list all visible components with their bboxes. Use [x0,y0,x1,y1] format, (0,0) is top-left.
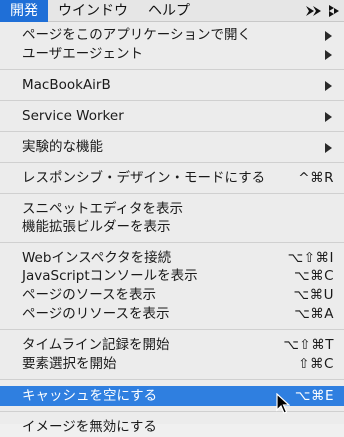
menu-item-experimental-features[interactable]: 実験的な機能 [0,138,344,157]
submenu-arrow-icon [325,143,332,153]
menu-item-empty-caches[interactable]: キャッシュを空にする ⌥⌘E [0,386,344,406]
menu-item-shortcut: ⌥⌘C [294,268,334,284]
menu-separator [0,162,344,163]
menu-item-user-agent[interactable]: ユーザエージェント [0,45,344,64]
menu-item-label: 要素選択を開始 [22,356,117,372]
menu-item-label: Webインスペクタを接続 [22,250,172,266]
menu-item-shortcut: ⇧⌘C [298,356,334,372]
menu-item-responsive-design-mode[interactable]: レスポンシブ・デザイン・モードにする ^⌘R [0,169,344,188]
menu-separator [0,69,344,70]
menu-item-label: イメージを無効にする [22,419,157,435]
menu-item-label: 実験的な機能 [22,139,103,155]
menu-item-label: JavaScriptコンソールを表示 [22,268,198,284]
menu-item-open-with-app[interactable]: ページをこのアプリケーションで開く [0,26,344,45]
menu-item-page-resources[interactable]: ページのリソースを表示 ⌥⌘A [0,305,344,324]
menubar-window[interactable]: ウインドウ [48,0,138,22]
menu-item-shortcut: ⌥⇧⌘T [283,337,334,353]
submenu-arrow-icon [325,50,332,60]
menu-item-label: キャッシュを空にする [22,388,158,404]
mouse-cursor-icon [276,392,291,419]
menu-item-device[interactable]: MacBookAirB [0,76,344,95]
menu-item-label: MacBookAirB [22,77,111,93]
submenu-arrow-icon [325,112,332,122]
dropbox-icon[interactable] [328,3,340,19]
menu-item-label: ユーザエージェント [22,46,143,62]
menu-separator [0,329,344,330]
menu-item-javascript-console[interactable]: JavaScriptコンソールを表示 ⌥⌘C [0,267,344,286]
menu-separator [0,242,344,243]
menu-item-start-element-selection[interactable]: 要素選択を開始 ⇧⌘C [0,355,344,374]
menubar-help[interactable]: ヘルプ [138,0,200,22]
menu-item-shortcut: ⌥⇧⌘I [287,250,334,266]
menu-item-extension-builder[interactable]: 機能拡張ビルダーを表示 [0,218,344,237]
menu-item-label: スニペットエディタを表示 [22,201,184,217]
menu-item-shortcut: ^⌘R [298,170,334,186]
menu-item-label: タイムライン記録を開始 [22,337,170,353]
menu-separator [0,131,344,132]
menu-item-page-source[interactable]: ページのソースを表示 ⌥⌘U [0,286,344,305]
submenu-arrow-icon [325,81,332,91]
menu-item-start-timeline-recording[interactable]: タイムライン記録を開始 ⌥⇧⌘T [0,336,344,355]
menu-separator [0,100,344,101]
menu-item-snippet-editor[interactable]: スニペットエディタを表示 [0,200,344,219]
menu-item-shortcut: ⌥⌘A [294,306,334,322]
develop-menu: ページをこのアプリケーションで開く ユーザエージェント MacBookAirB … [0,22,344,435]
menu-separator [0,411,344,412]
menubar-status-area [304,0,344,22]
menu-item-label: ページのリソースを表示 [22,306,170,322]
menu-item-label: レスポンシブ・デザイン・モードにする [22,170,266,186]
menu-item-shortcut: ⌥⌘U [293,287,334,303]
menu-bar: 開発 ウインドウ ヘルプ [0,0,344,22]
menu-item-label: ページをこのアプリケーションで開く [22,27,251,43]
menu-item-label: ページのソースを表示 [22,287,157,303]
menubar-develop[interactable]: 開発 [0,0,48,22]
menu-item-service-worker[interactable]: Service Worker [0,107,344,126]
submenu-arrow-icon [325,31,332,41]
menu-item-label: Service Worker [22,108,124,124]
menu-item-shortcut: ⌥⌘E [294,388,334,404]
app-status-icon[interactable] [304,3,326,19]
menu-item-label: 機能拡張ビルダーを表示 [22,219,171,235]
menu-separator [0,193,344,194]
menu-separator [0,379,344,380]
menu-item-disable-images[interactable]: イメージを無効にする [0,418,344,437]
menu-item-connect-web-inspector[interactable]: Webインスペクタを接続 ⌥⇧⌘I [0,249,344,268]
